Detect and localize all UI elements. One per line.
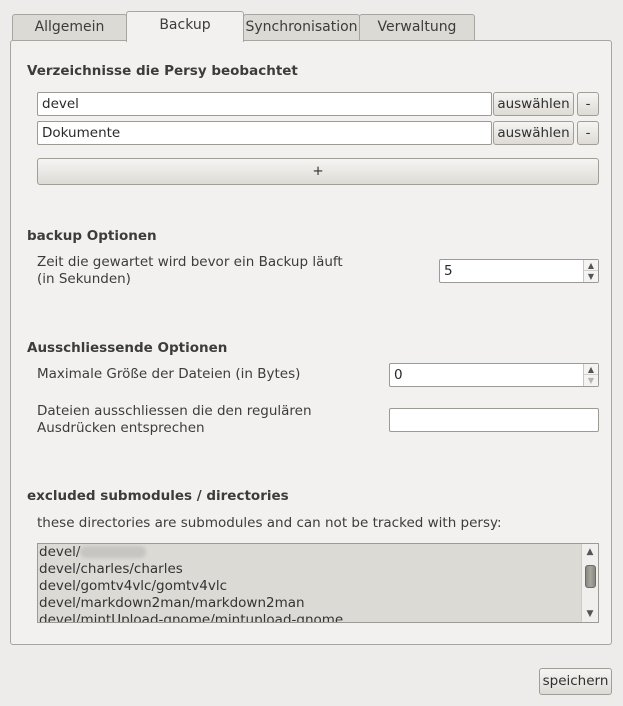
max-size-spin-buttons: ▲ ▼ [583,364,598,386]
wait-time-spin-buttons: ▲ ▼ [583,260,598,282]
wait-time-input[interactable] [439,259,599,283]
tab-synchronisation[interactable]: Synchronisation [243,14,360,40]
submodules-scrollbar[interactable]: ▲ ▼ [581,544,598,622]
list-item[interactable]: devel/charles/charles [38,561,598,578]
choose-dir-button-2[interactable]: auswählen [493,121,574,145]
max-size-input[interactable] [389,363,599,387]
wait-time-label-line1: Zeit die gewartet wird bevor ein Backup … [37,254,343,270]
regex-input[interactable] [389,408,599,432]
regex-label-line1: Dateien ausschliessen die den regulären [37,403,312,419]
backup-options-title: backup Optionen [27,228,157,244]
list-item-text: devel/ [39,544,81,560]
remove-dir-button-1[interactable]: - [577,92,599,116]
exclude-options-title: Ausschliessende Optionen [27,340,228,356]
list-item[interactable]: devel/gomtv4vlc/gomtv4vlc [38,578,598,595]
redacted-text [80,546,147,558]
scroll-thumb[interactable] [585,565,596,588]
chevron-down-icon[interactable]: ▼ [582,607,598,621]
wait-time-spinner[interactable]: ▲ ▼ [439,259,599,283]
max-size-spinner[interactable]: ▲ ▼ [389,363,599,387]
watched-dirs-title: Verzeichnisse die Persy beobachtet [27,63,298,79]
regex-label: Dateien ausschliessen die den regulären … [37,403,312,437]
submodules-title: excluded submodules / directories [27,488,289,504]
backup-settings-panel: Verzeichnisse die Persy beobachtet auswä… [10,40,612,645]
wait-time-label: Zeit die gewartet wird bevor ein Backup … [37,254,343,288]
chevron-down-icon[interactable]: ▼ [584,271,598,282]
chevron-up-icon[interactable]: ▲ [582,545,598,559]
chevron-up-icon[interactable]: ▲ [584,364,598,375]
chevron-up-icon[interactable]: ▲ [584,260,598,271]
submodules-list[interactable]: devel/ devel/charles/charles devel/gomtv… [37,543,599,623]
max-size-label: Maximale Größe der Dateien (in Bytes) [37,366,301,382]
list-item[interactable]: devel/ [38,544,598,561]
remove-dir-button-2[interactable]: - [577,121,599,145]
save-button[interactable]: speichern [539,668,612,695]
regex-label-line2: Ausdrücken entsprechen [37,420,205,436]
tab-allgemein[interactable]: Allgemein [12,14,127,40]
list-item[interactable]: devel/markdown2man/markdown2man [38,595,598,612]
submodules-description: these directories are submodules and can… [37,515,502,531]
list-item[interactable]: devel/mintUpload-gnome/mintupload-gnome [38,612,598,622]
wait-time-label-line2: (in Sekunden) [37,271,131,287]
add-dir-button[interactable]: + [37,158,599,185]
choose-dir-button-1[interactable]: auswählen [493,92,574,116]
watched-dir-field-2[interactable] [37,121,492,145]
tab-backup[interactable]: Backup [126,11,244,42]
watched-dir-field-1[interactable] [37,92,492,116]
chevron-down-icon[interactable]: ▼ [584,375,598,386]
tab-verwaltung[interactable]: Verwaltung [359,14,475,40]
